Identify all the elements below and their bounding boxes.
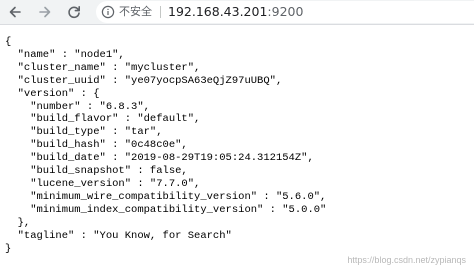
json-line: "minimum_index_compatibility_version" : … <box>5 203 327 216</box>
json-line: "build_date" : "2019-08-29T19:05:24.3121… <box>5 152 314 165</box>
json-line: { <box>5 36 12 48</box>
json-line: "build_hash" : "0c48c0e", <box>5 139 188 152</box>
address-bar[interactable]: 不安全 192.168.43.201:9200 <box>96 1 474 23</box>
json-line: "build_flavor" : "default", <box>5 113 201 126</box>
json-line: "build_snapshot" : false, <box>5 165 188 178</box>
json-line: "lucene_version" : "7.7.0", <box>5 177 201 190</box>
forward-button[interactable] <box>34 1 56 23</box>
browser-window: 不安全 192.168.43.201:9200 { "name" : "node… <box>0 0 474 267</box>
json-line: "build_type" : "tar", <box>5 126 163 139</box>
watermark: https://blog.csdn.net/zypianqs <box>347 255 466 265</box>
json-response-body: { "name" : "node1", "cluster_name" : "my… <box>5 36 326 255</box>
json-line: "cluster_name" : "mycluster", <box>5 61 201 74</box>
json-line: }, <box>5 216 31 229</box>
json-line: "tagline" : "You Know, for Search" <box>5 229 232 242</box>
arrow-right-icon <box>38 5 52 19</box>
address-divider <box>160 6 161 18</box>
json-line: "name" : "node1", <box>5 48 125 61</box>
browser-toolbar: 不安全 192.168.43.201:9200 <box>0 0 474 25</box>
back-button[interactable] <box>4 1 26 23</box>
json-line: "number" : "6.8.3", <box>5 100 150 113</box>
reload-icon <box>67 5 81 19</box>
url-host: 192.168.43.201 <box>168 4 268 19</box>
json-line: "minimum_wire_compatibility_version" : "… <box>5 190 327 203</box>
security-status-label[interactable]: 不安全 <box>119 4 152 20</box>
json-line: "version" : { <box>5 87 100 100</box>
json-line: } <box>5 242 12 255</box>
info-circle-icon[interactable] <box>101 5 115 19</box>
url-port: :9200 <box>267 4 304 19</box>
url-text[interactable]: 192.168.43.201:9200 <box>168 3 303 21</box>
arrow-left-icon <box>8 5 22 19</box>
reload-button[interactable] <box>63 1 85 23</box>
json-line: "cluster_uuid" : "ye07yocpSA63eQjZ97uUBQ… <box>5 74 283 87</box>
